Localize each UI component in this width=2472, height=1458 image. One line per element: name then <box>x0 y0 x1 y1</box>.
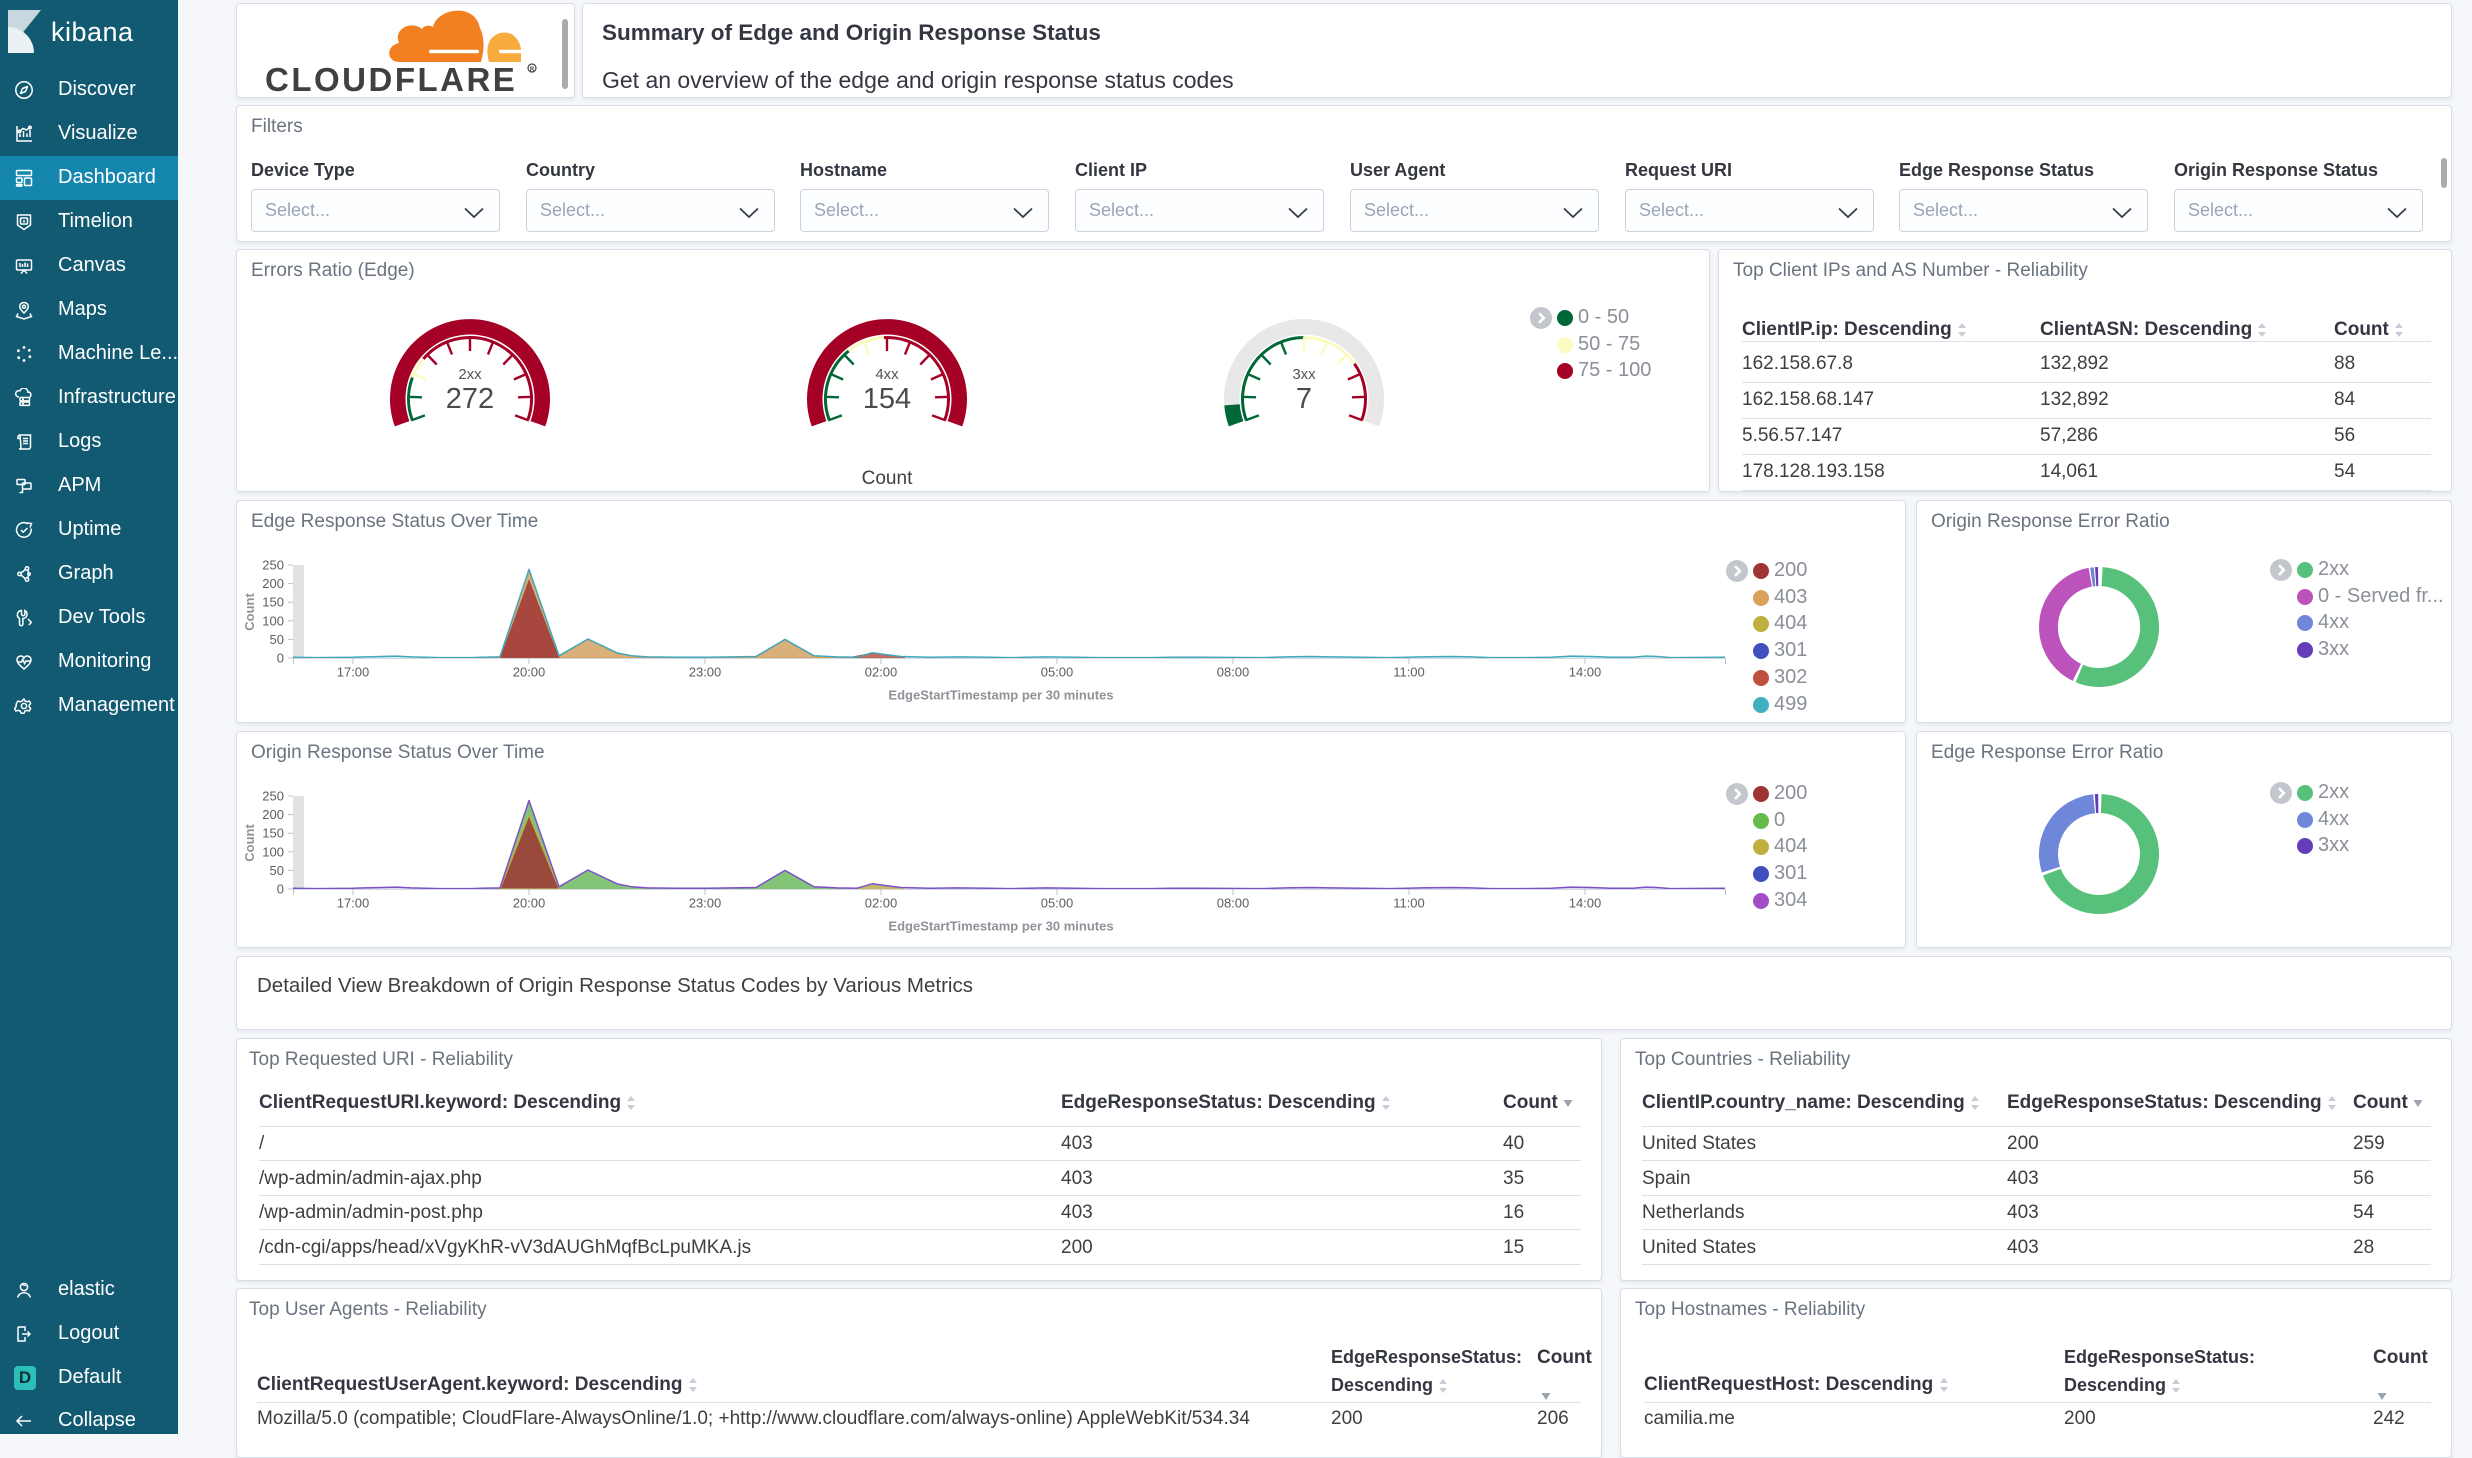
svg-text:2xx: 2xx <box>458 366 482 383</box>
svg-text:100: 100 <box>262 613 284 628</box>
svg-text:150: 150 <box>262 826 284 841</box>
svg-text:11:00: 11:00 <box>1393 665 1425 680</box>
svg-text:150: 150 <box>262 595 284 610</box>
svg-text:7: 7 <box>1296 383 1312 415</box>
svg-text:154: 154 <box>863 383 911 415</box>
svg-text:0: 0 <box>277 882 284 897</box>
svg-text:17:00: 17:00 <box>337 665 370 680</box>
svg-text:3xx: 3xx <box>1292 366 1316 383</box>
svg-text:05:00: 05:00 <box>1041 896 1074 911</box>
svg-text:14:00: 14:00 <box>1569 665 1602 680</box>
svg-text:50: 50 <box>270 863 284 878</box>
svg-text:20:00: 20:00 <box>513 665 546 680</box>
svg-text:CLOUDFLARE: CLOUDFLARE <box>265 61 517 98</box>
svg-text:100: 100 <box>262 844 284 859</box>
svg-text:02:00: 02:00 <box>865 665 898 680</box>
svg-text:20:00: 20:00 <box>513 896 546 911</box>
svg-text:02:00: 02:00 <box>865 896 898 911</box>
svg-text:Count: Count <box>242 593 257 631</box>
svg-text:R: R <box>530 67 535 73</box>
svg-text:0: 0 <box>277 651 284 666</box>
svg-text:Count: Count <box>242 824 257 862</box>
svg-text:08:00: 08:00 <box>1217 896 1250 911</box>
svg-text:200: 200 <box>262 576 284 591</box>
svg-text:250: 250 <box>262 789 284 804</box>
svg-text:23:00: 23:00 <box>689 896 722 911</box>
svg-text:05:00: 05:00 <box>1041 665 1074 680</box>
svg-text:14:00: 14:00 <box>1569 896 1602 911</box>
svg-text:23:00: 23:00 <box>689 665 722 680</box>
svg-text:50: 50 <box>270 632 284 647</box>
svg-text:EdgeStartTimestamp per 30 minu: EdgeStartTimestamp per 30 minutes <box>888 919 1113 934</box>
svg-text:4xx: 4xx <box>875 366 899 383</box>
svg-text:272: 272 <box>446 383 494 415</box>
svg-text:250: 250 <box>262 558 284 573</box>
svg-text:08:00: 08:00 <box>1217 665 1250 680</box>
svg-text:Count: Count <box>862 468 913 489</box>
svg-text:17:00: 17:00 <box>337 896 370 911</box>
svg-text:EdgeStartTimestamp per 30 minu: EdgeStartTimestamp per 30 minutes <box>888 688 1113 703</box>
svg-text:11:00: 11:00 <box>1393 896 1425 911</box>
svg-text:200: 200 <box>262 807 284 822</box>
